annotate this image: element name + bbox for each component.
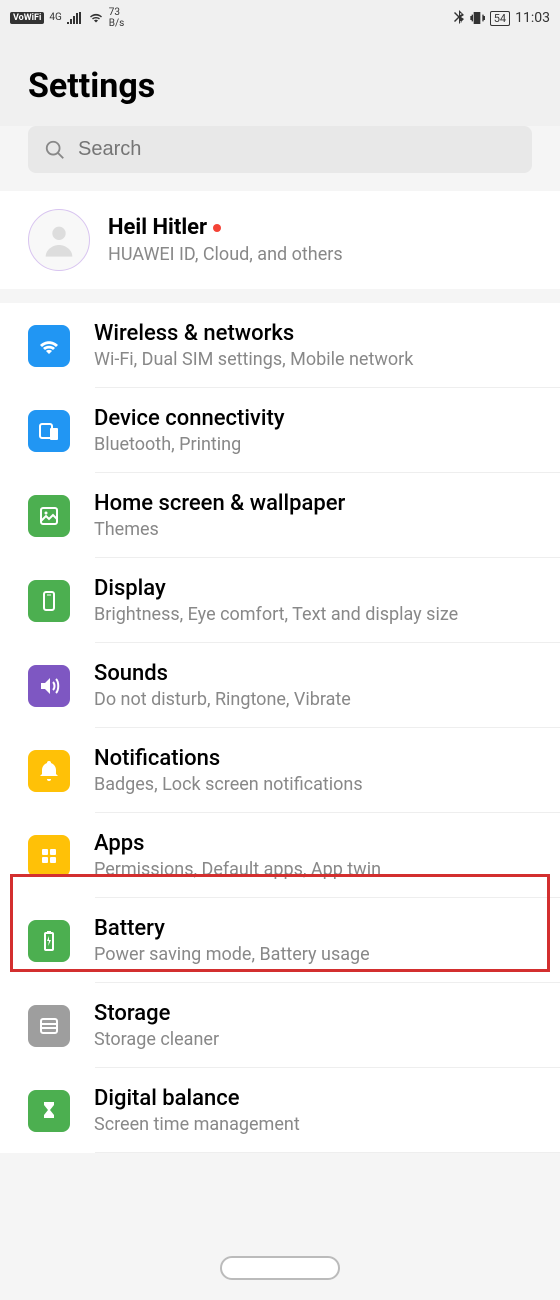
account-info: Heil Hitler HUAWEI ID, Cloud, and others — [108, 215, 532, 265]
setting-sub: Storage cleaner — [94, 1029, 532, 1050]
setting-title: Wireless & networks — [94, 321, 532, 346]
setting-title: Battery — [94, 916, 532, 941]
setting-sub: Wi-Fi, Dual SIM settings, Mobile network — [94, 349, 532, 370]
account-card[interactable]: Heil Hitler HUAWEI ID, Cloud, and others — [0, 191, 560, 289]
account-name: Heil Hitler — [108, 215, 207, 240]
setting-title: Display — [94, 576, 532, 601]
setting-apps[interactable]: Apps Permissions, Default apps, App twin — [0, 813, 560, 898]
notification-dot-icon — [213, 224, 221, 232]
setting-digital-balance[interactable]: Digital balance Screen time management — [0, 1068, 560, 1153]
setting-sub: Permissions, Default apps, App twin — [94, 859, 532, 880]
setting-sounds[interactable]: Sounds Do not disturb, Ringtone, Vibrate — [0, 643, 560, 728]
sound-icon — [28, 665, 70, 707]
search-icon — [44, 139, 66, 161]
wifi-icon — [88, 12, 104, 24]
page-title: Settings — [28, 66, 532, 106]
storage-icon — [28, 1005, 70, 1047]
setting-sub: Bluetooth, Printing — [94, 434, 532, 455]
wifi-icon — [28, 325, 70, 367]
nav-pill[interactable] — [220, 1256, 340, 1280]
status-left: VoWiFi 4G 73 B/s — [10, 7, 124, 29]
battery-level: 54 — [490, 11, 510, 26]
phone-icon — [28, 580, 70, 622]
vibrate-icon — [469, 10, 485, 26]
setting-notifications[interactable]: Notifications Badges, Lock screen notifi… — [0, 728, 560, 813]
clock: 11:03 — [515, 10, 550, 26]
person-icon — [39, 220, 79, 260]
setting-title: Storage — [94, 1001, 532, 1026]
grid-icon — [28, 835, 70, 877]
status-right: 54 11:03 — [454, 10, 550, 26]
vowifi-badge: VoWiFi — [10, 12, 44, 24]
search-bar[interactable] — [28, 126, 532, 173]
battery-icon — [28, 920, 70, 962]
avatar — [28, 209, 90, 271]
network-type: 4G — [49, 13, 61, 23]
bell-icon — [28, 750, 70, 792]
page-header: Settings — [0, 36, 560, 126]
setting-sub: Power saving mode, Battery usage — [94, 944, 532, 965]
search-input[interactable] — [78, 138, 516, 161]
setting-home-wallpaper[interactable]: Home screen & wallpaper Themes — [0, 473, 560, 558]
devices-icon — [28, 410, 70, 452]
bluetooth-icon — [454, 10, 464, 26]
setting-display[interactable]: Display Brightness, Eye comfort, Text an… — [0, 558, 560, 643]
setting-title: Notifications — [94, 746, 532, 771]
setting-sub: Do not disturb, Ringtone, Vibrate — [94, 689, 532, 710]
setting-sub: Screen time management — [94, 1114, 532, 1135]
setting-title: Sounds — [94, 661, 532, 686]
setting-battery[interactable]: Battery Power saving mode, Battery usage — [0, 898, 560, 983]
setting-storage[interactable]: Storage Storage cleaner — [0, 983, 560, 1068]
account-subtitle: HUAWEI ID, Cloud, and others — [108, 244, 532, 265]
status-bar: VoWiFi 4G 73 B/s 54 11:03 — [0, 0, 560, 36]
setting-sub: Badges, Lock screen notifications — [94, 774, 532, 795]
setting-sub: Themes — [94, 519, 532, 540]
setting-title: Home screen & wallpaper — [94, 491, 532, 516]
setting-title: Digital balance — [94, 1086, 532, 1111]
settings-list: Wireless & networks Wi-Fi, Dual SIM sett… — [0, 303, 560, 1153]
setting-device-connectivity[interactable]: Device connectivity Bluetooth, Printing — [0, 388, 560, 473]
image-icon — [28, 495, 70, 537]
setting-sub: Brightness, Eye comfort, Text and displa… — [94, 604, 532, 625]
signal-icon — [67, 12, 83, 24]
setting-title: Apps — [94, 831, 532, 856]
setting-wireless[interactable]: Wireless & networks Wi-Fi, Dual SIM sett… — [0, 303, 560, 388]
hourglass-icon — [28, 1090, 70, 1132]
data-speed: 73 B/s — [109, 7, 125, 29]
setting-title: Device connectivity — [94, 406, 532, 431]
